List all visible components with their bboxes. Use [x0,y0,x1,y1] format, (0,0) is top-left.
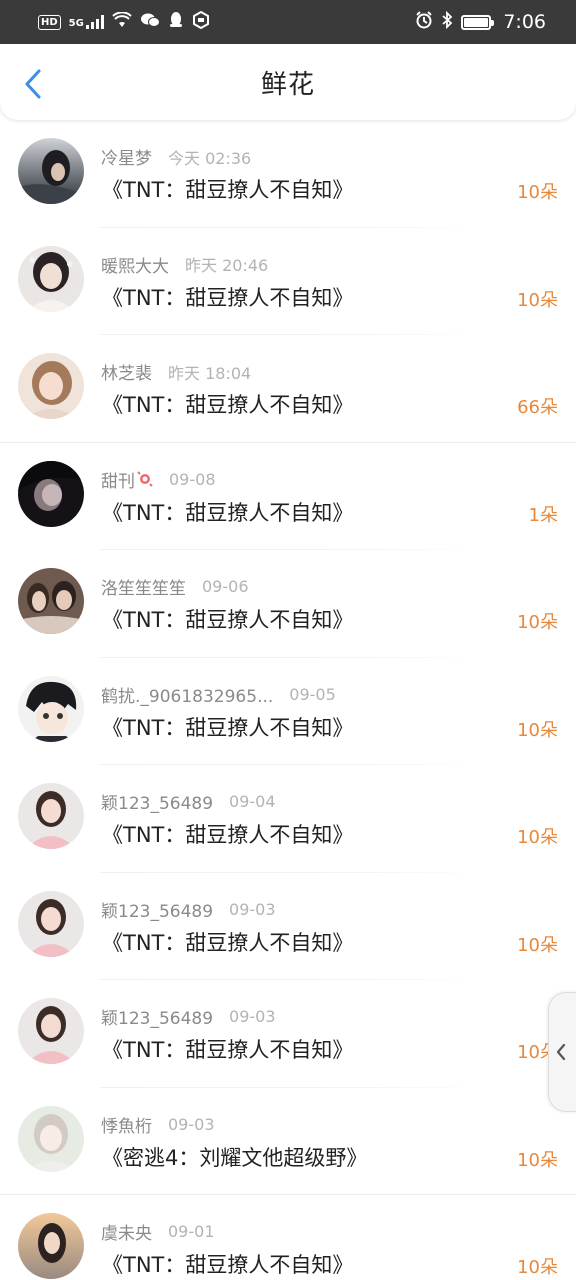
avatar[interactable] [18,998,84,1064]
item-meta: 鹤扰._9061832965... 09-05 [101,682,336,707]
candy-icon [137,471,153,487]
book-title[interactable]: 《密逃4：刘耀文他超级野》 [102,1142,367,1172]
user-name[interactable]: 虞未央 [101,1219,152,1244]
item-meta: 暖熙大大 昨天 20:46 [101,252,268,277]
book-title[interactable]: 《TNT：甜豆撩人不自知》 [102,712,353,742]
hd-icon: HD [38,14,61,30]
avatar[interactable] [18,1213,84,1279]
list-item[interactable]: 颖123_56489 09-03 《TNT：甜豆撩人不自知》 10朵 [0,873,576,980]
item-meta: 颖123_56489 09-03 [101,1004,276,1029]
user-name[interactable]: 颖123_56489 [101,789,213,814]
status-time: 7:06 [503,11,546,33]
avatar[interactable] [18,460,84,527]
flower-count: 10朵 [517,719,558,741]
avatar[interactable] [18,568,84,634]
wechat-icon [140,12,160,32]
avatar[interactable] [18,783,84,849]
gift-date: 09-06 [202,577,249,596]
side-drawer-tab[interactable] [548,992,576,1112]
back-button[interactable] [18,66,48,102]
signal-icon: 5G [69,15,104,29]
book-title[interactable]: 《TNT：甜豆撩人不自知》 [102,819,353,849]
item-meta: 颖123_56489 09-03 [101,897,276,922]
gift-date: 09-03 [229,899,276,919]
chevron-left-icon [25,69,41,99]
chevron-left-icon [556,1043,566,1061]
avatar[interactable] [18,890,84,957]
item-meta: 虞未央 09-01 [101,1219,215,1244]
book-title[interactable]: 《TNT：甜豆撩人不自知》 [102,282,353,312]
item-meta: 林芝裴 昨天 18:04 [101,359,252,385]
item-meta: 洛笙笙笙笙 09-06 [101,574,249,599]
flower-gift-list: 冷星梦 今天 02:36 《TNT：甜豆撩人不自知》 10朵 暖熙大大 昨天 2… [0,120,576,1280]
alarm-icon [415,11,433,33]
avatar[interactable] [18,353,84,419]
gift-date: 09-01 [168,1222,215,1241]
gift-date: 09-04 [229,792,276,811]
list-item[interactable]: 暖熙大大 昨天 20:46 《TNT：甜豆撩人不自知》 10朵 [0,228,576,335]
user-name[interactable]: 甜刊 [101,467,135,492]
item-meta: 悸魚桁 09-03 [101,1112,215,1137]
user-name[interactable]: 颖123_56489 [101,1004,213,1029]
list-item[interactable]: 悸魚桁 09-03 《密逃4：刘耀文他超级野》 10朵 [0,1088,576,1195]
flower-count: 10朵 [517,1149,558,1171]
gift-date: 09-05 [289,684,336,704]
flower-count: 1朵 [528,504,558,526]
page-title: 鲜花 [260,69,315,100]
book-title[interactable]: 《TNT：甜豆撩人不自知》 [102,389,353,419]
gift-date: 今天 02:36 [168,148,252,168]
gift-date: 09-03 [229,1007,276,1026]
list-item[interactable]: 颖123_56489 09-03 《TNT：甜豆撩人不自知》 10朵 [0,980,576,1088]
list-item[interactable]: 冷星梦 今天 02:36 《TNT：甜豆撩人不自知》 10朵 [0,120,576,228]
gift-date: 09-03 [168,1114,215,1134]
list-item[interactable]: 洛笙笙笙笙 09-06 《TNT：甜豆撩人不自知》 10朵 [0,550,576,658]
flower-count: 10朵 [517,612,558,633]
avatar[interactable] [18,1105,84,1172]
book-title[interactable]: 《TNT：甜豆撩人不自知》 [102,1249,353,1279]
qq-icon [168,11,184,33]
flower-count: 10朵 [517,934,558,956]
flower-count: 10朵 [517,1257,558,1278]
user-name[interactable]: 暖熙大大 [101,252,169,277]
item-meta: 甜刊 09-08 [101,467,216,492]
list-item[interactable]: 颖123_56489 09-04 《TNT：甜豆撩人不自知》 10朵 [0,765,576,873]
book-title[interactable]: 《TNT：甜豆撩人不自知》 [102,174,353,204]
user-name[interactable]: 林芝裴 [101,359,152,384]
flower-count: 10朵 [517,182,558,203]
user-name[interactable]: 颖123_56489 [101,897,213,922]
avatar[interactable] [18,675,84,742]
list-item[interactable]: 林芝裴 昨天 18:04 《TNT：甜豆撩人不自知》 66朵 [0,335,576,443]
gift-date: 昨天 20:46 [185,256,269,275]
book-title[interactable]: 《TNT：甜豆撩人不自知》 [102,497,353,527]
list-item[interactable]: 鹤扰._9061832965... 09-05 《TNT：甜豆撩人不自知》 10… [0,658,576,765]
item-meta: 冷星梦 今天 02:36 [101,144,252,170]
gift-date: 09-08 [169,469,216,489]
network-type-label: 5G [68,18,84,29]
flower-count: 10朵 [517,289,558,311]
battery-icon [461,14,495,30]
flower-count: 66朵 [517,397,558,418]
flower-count: 10朵 [517,827,558,848]
user-name[interactable]: 鹤扰._9061832965... [101,682,273,707]
status-bar-right: 7:06 [415,10,546,33]
list-item[interactable]: 虞未央 09-01 《TNT：甜豆撩人不自知》 10朵 [0,1195,576,1280]
book-title[interactable]: 《TNT：甜豆撩人不自知》 [102,604,353,634]
avatar[interactable] [18,245,84,312]
app-icon [192,10,210,33]
user-name[interactable]: 洛笙笙笙笙 [101,574,186,599]
book-title[interactable]: 《TNT：甜豆撩人不自知》 [102,1034,353,1064]
wifi-icon [112,11,132,32]
gift-date: 昨天 18:04 [168,363,252,383]
list-item[interactable]: 甜刊 09-08 《TNT：甜豆撩人不自知》 1朵 [0,443,576,550]
status-bar-left: HD 5G [38,10,210,33]
item-meta: 颖123_56489 09-04 [101,789,276,814]
user-name[interactable]: 冷星梦 [101,144,152,169]
user-name[interactable]: 悸魚桁 [101,1112,152,1137]
app-header: 鲜花 [0,44,576,120]
book-title[interactable]: 《TNT：甜豆撩人不自知》 [102,927,353,957]
bluetooth-icon [441,10,453,33]
avatar[interactable] [18,138,84,204]
status-bar: HD 5G 7:06 [0,0,576,44]
